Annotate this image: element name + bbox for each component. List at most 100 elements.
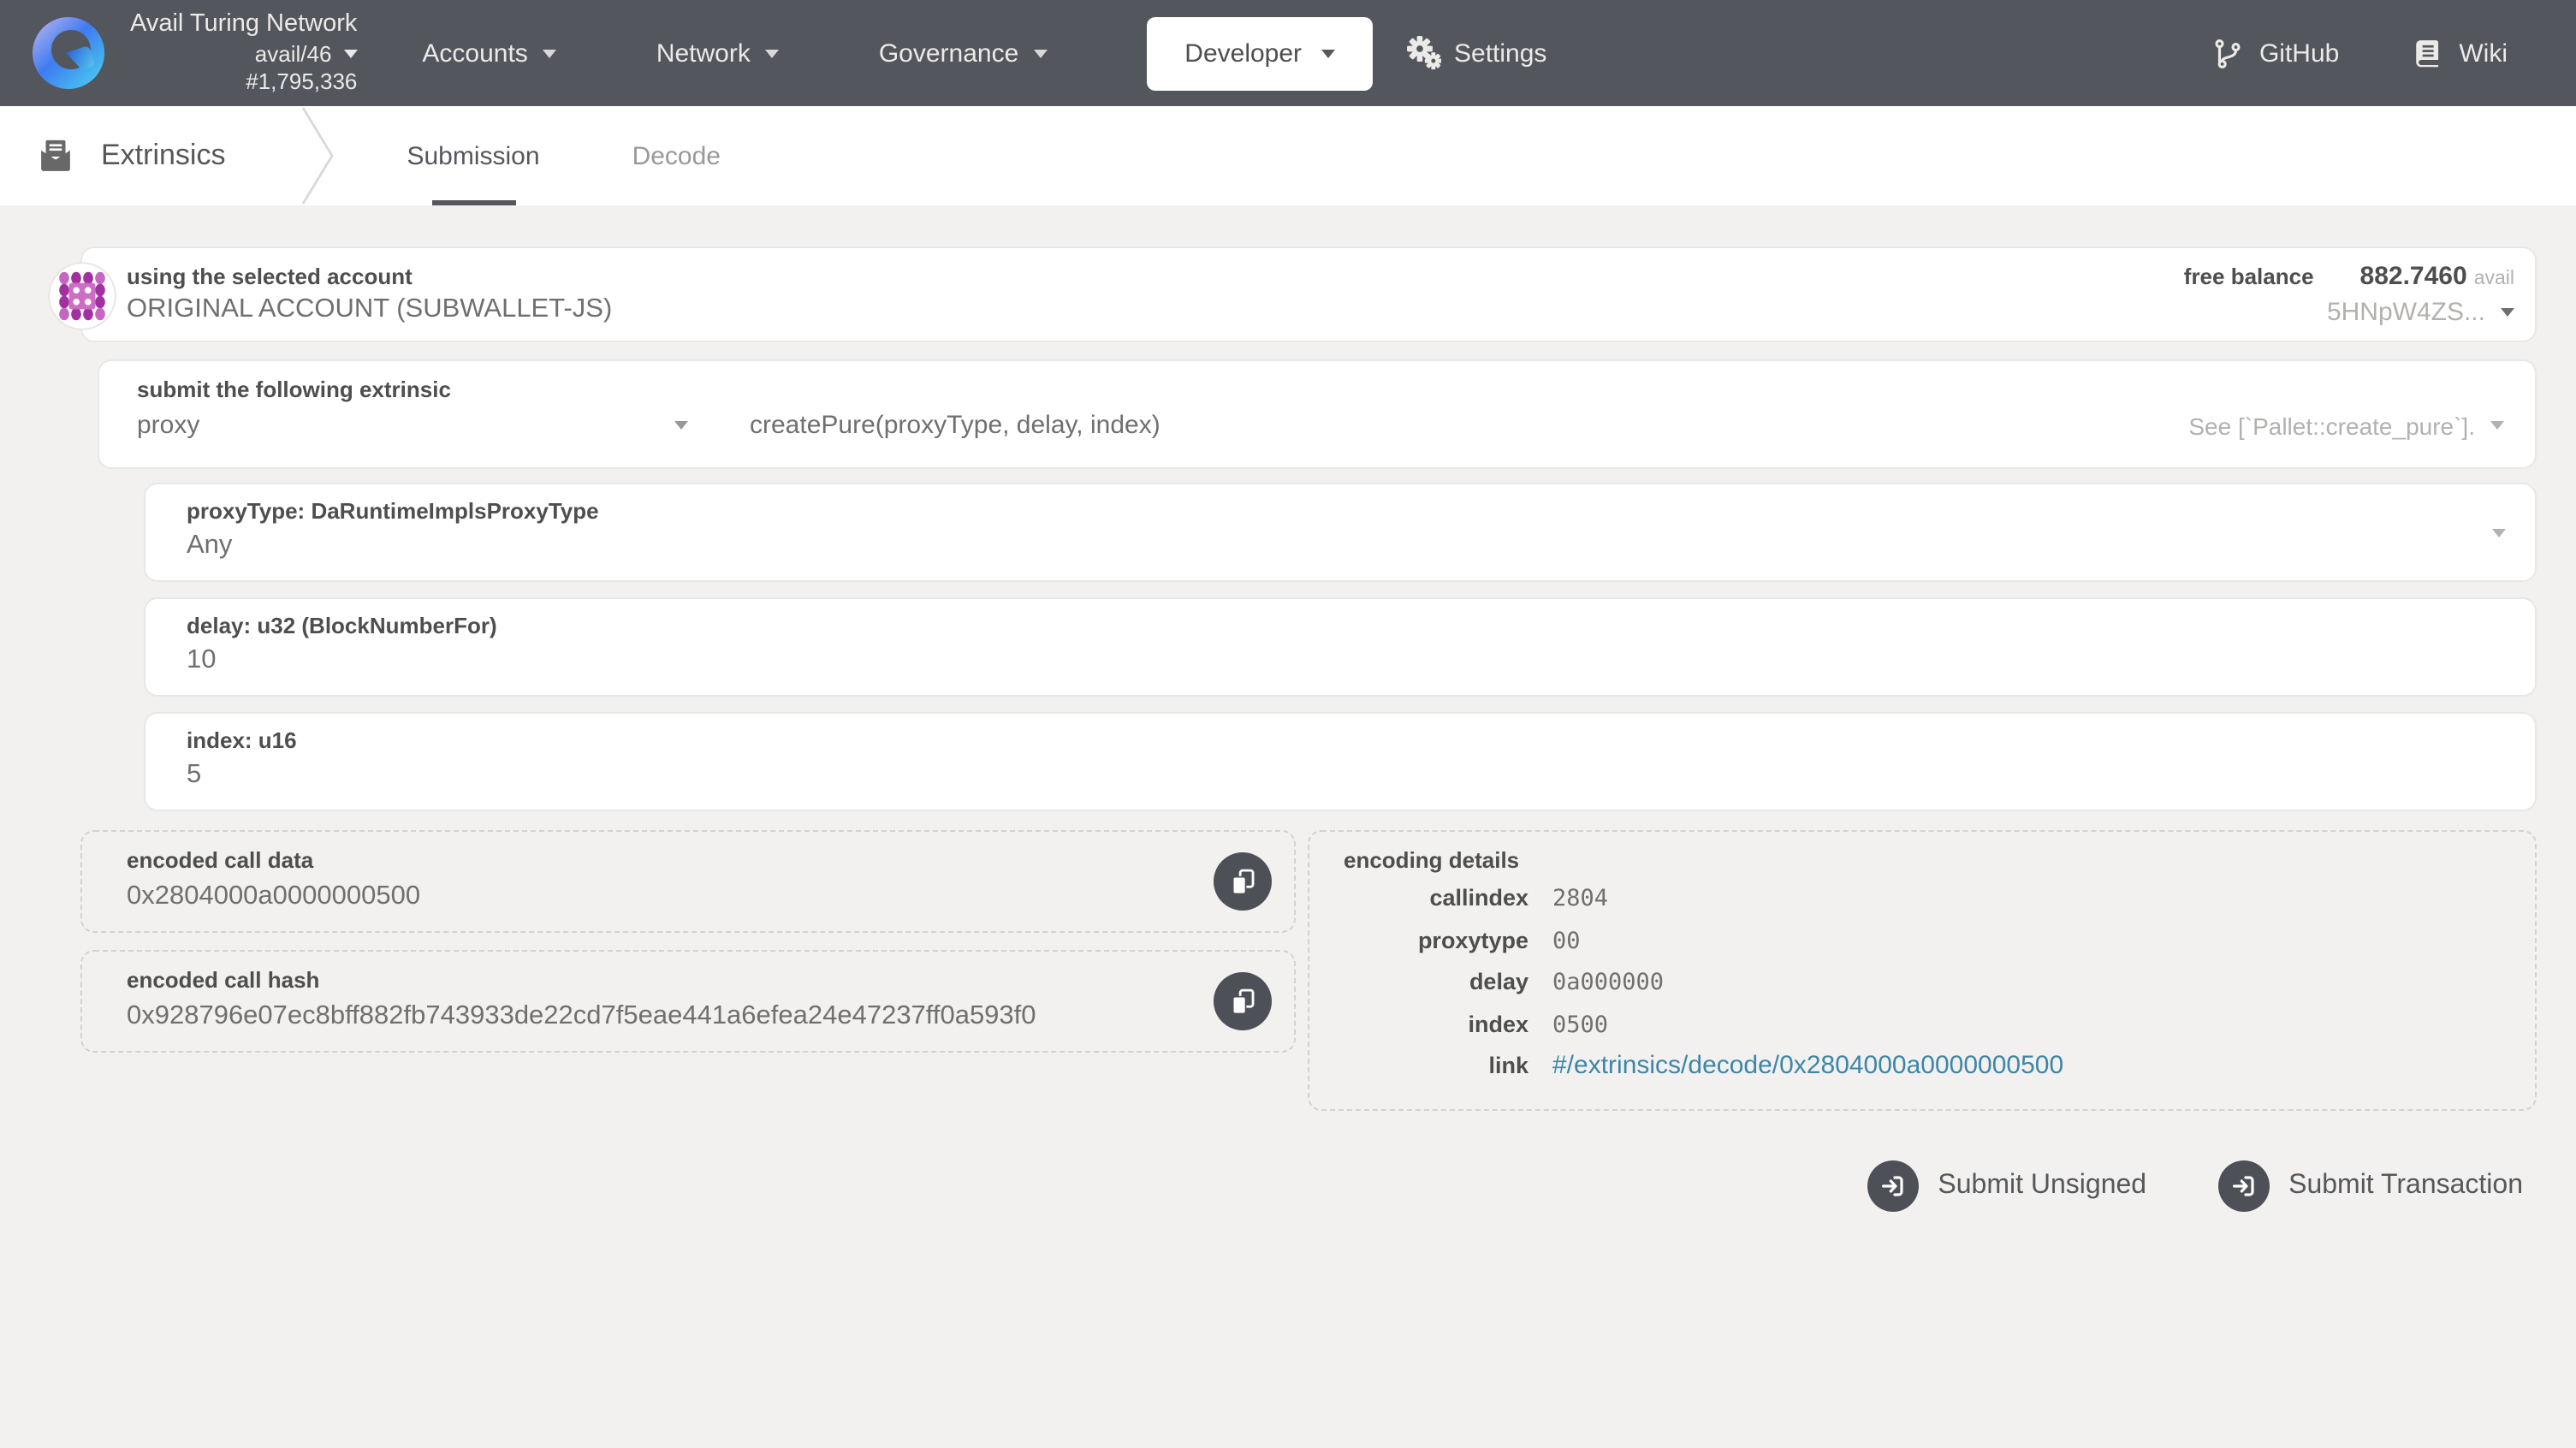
account-select[interactable]: using the selected account ORIGINAL ACCO… bbox=[82, 264, 612, 325]
chevron-down-icon bbox=[1034, 49, 1048, 57]
app-window: Avail Turing Network avail/46 #1,795,336… bbox=[0, 0, 2576, 1448]
external-links: GitHub Wiki bbox=[2211, 37, 2576, 69]
tabs: Submission Decode bbox=[407, 106, 813, 205]
free-balance-value: 882.7460 bbox=[2360, 262, 2467, 291]
block-number[interactable]: #1,795,336 bbox=[246, 68, 357, 96]
brand: Avail Turing Network avail/46 #1,795,336 bbox=[0, 11, 357, 96]
sign-in-icon bbox=[2218, 1160, 2270, 1211]
detail-row-delay: delay 0a000000 bbox=[1327, 962, 2508, 1004]
submit-unsigned-button[interactable]: Submit Unsigned bbox=[1867, 1160, 2146, 1211]
free-balance-label: free balance bbox=[2184, 264, 2314, 289]
github-link[interactable]: GitHub bbox=[2211, 37, 2339, 69]
detail-value: 0a000000 bbox=[1552, 962, 1664, 1004]
chevron-down-icon bbox=[766, 49, 780, 57]
nav-label: Governance bbox=[879, 39, 1018, 68]
app-header: Avail Turing Network avail/46 #1,795,336… bbox=[0, 0, 2576, 106]
github-label: GitHub bbox=[2259, 39, 2339, 68]
breadcrumb: Extrinsics bbox=[0, 106, 225, 205]
encoded-call-data-box: encoded call data 0x2804000a0000000500 bbox=[80, 830, 1296, 933]
call-docs-text: See [`Pallet::create_pure`]. bbox=[2188, 412, 2475, 439]
tab-label: Submission bbox=[407, 141, 539, 170]
nav-item-accounts[interactable]: Accounts bbox=[422, 39, 556, 68]
wiki-label: Wiki bbox=[2459, 39, 2508, 68]
encoded-section: encoded call data 0x2804000a0000000500 e… bbox=[80, 830, 2537, 1110]
detail-row-callindex: callindex 2804 bbox=[1327, 878, 2508, 920]
pallet-select[interactable]: proxy bbox=[137, 411, 688, 440]
encoding-details-box: encoding details callindex 2804 proxytyp… bbox=[1308, 830, 2537, 1110]
avail-logo[interactable] bbox=[29, 14, 108, 92]
chain-spec-label: avail/46 bbox=[255, 41, 332, 68]
copy-icon bbox=[1229, 987, 1256, 1016]
delay-input[interactable] bbox=[187, 645, 2466, 676]
param-label: index: u16 bbox=[187, 727, 2466, 753]
main-nav: Accounts Network Governance Developer bbox=[422, 16, 1546, 90]
call-select[interactable]: createPure(proxyType, delay, index) bbox=[750, 411, 1160, 440]
encoded-call-data-label: encoded call data bbox=[127, 847, 1184, 873]
submit-transaction-button[interactable]: Submit Transaction bbox=[2218, 1160, 2523, 1211]
detail-label: index bbox=[1327, 1004, 1528, 1046]
account-name: ORIGINAL ACCOUNT (SUBWALLET-JS) bbox=[127, 294, 612, 325]
balance-unit: avail bbox=[2474, 269, 2514, 289]
extrinsic-section-label: submit the following extrinsic bbox=[137, 377, 2508, 402]
gears-icon bbox=[1406, 36, 1440, 70]
param-label: proxyType: DaRuntimeImplsProxyType bbox=[187, 498, 2466, 524]
nav-item-network[interactable]: Network bbox=[656, 39, 780, 68]
actions-row: Submit Unsigned Submit Transaction bbox=[0, 1160, 2523, 1211]
account-select-label: using the selected account bbox=[127, 264, 612, 289]
nav-label: Network bbox=[656, 39, 751, 68]
submit-transaction-label: Submit Transaction bbox=[2288, 1170, 2523, 1201]
copy-call-data-button[interactable] bbox=[1214, 852, 1272, 911]
account-card: using the selected account ORIGINAL ACCO… bbox=[80, 246, 2537, 342]
git-branch-icon bbox=[2211, 37, 2244, 69]
chevron-down-icon bbox=[2492, 529, 2506, 537]
account-address-short: 5HNpW4ZS... bbox=[2327, 298, 2485, 327]
chain-spec-selector[interactable]: avail/46 bbox=[255, 41, 358, 68]
detail-row-index: index 0500 bbox=[1327, 1004, 2508, 1046]
tab-bar: Extrinsics Submission Decode bbox=[0, 106, 2576, 205]
copy-icon bbox=[1229, 867, 1256, 896]
tab-label: Decode bbox=[632, 141, 721, 170]
account-identicon[interactable] bbox=[48, 262, 116, 330]
tab-decode[interactable]: Decode bbox=[632, 106, 721, 205]
detail-row-proxytype: proxytype 00 bbox=[1327, 920, 2508, 962]
decode-link[interactable]: #/extrinsics/decode/0x2804000a0000000500 bbox=[1552, 1046, 2063, 1088]
encoded-call-data-value: 0x2804000a0000000500 bbox=[127, 881, 1184, 912]
detail-value: 0500 bbox=[1552, 1004, 1608, 1046]
sign-in-icon bbox=[1867, 1160, 1919, 1211]
detail-label: proxytype bbox=[1327, 920, 1528, 962]
detail-label: link bbox=[1327, 1046, 1528, 1088]
extrinsic-card: submit the following extrinsic proxy cre… bbox=[98, 359, 2537, 469]
chevron-down-icon bbox=[343, 50, 357, 59]
tab-submission[interactable]: Submission bbox=[407, 106, 539, 205]
proxytype-select[interactable]: Any bbox=[187, 531, 2466, 561]
copy-call-hash-button[interactable] bbox=[1214, 972, 1272, 1030]
account-address-toggle[interactable]: 5HNpW4ZS... bbox=[2327, 298, 2514, 327]
breadcrumb-chevron-separator bbox=[297, 106, 338, 205]
param-delay: delay: u32 (BlockNumberFor) bbox=[144, 597, 2537, 697]
detail-value: 2804 bbox=[1552, 878, 1608, 920]
network-info: Avail Turing Network avail/46 #1,795,336 bbox=[130, 11, 357, 96]
account-balance-block: free balance 882.7460 avail 5HNpW4ZS... bbox=[2184, 262, 2535, 327]
detail-value: 00 bbox=[1552, 920, 1581, 962]
param-label: delay: u32 (BlockNumberFor) bbox=[187, 613, 2466, 638]
submit-unsigned-label: Submit Unsigned bbox=[1938, 1170, 2146, 1201]
index-input[interactable] bbox=[187, 760, 2466, 791]
detail-label: callindex bbox=[1327, 878, 1528, 920]
detail-row-link: link #/extrinsics/decode/0x2804000a00000… bbox=[1327, 1046, 2508, 1088]
page-title: Extrinsics bbox=[101, 139, 225, 173]
param-index: index: u16 bbox=[144, 712, 2537, 811]
encoded-call-hash-label: encoded call hash bbox=[127, 967, 1184, 993]
main-content: using the selected account ORIGINAL ACCO… bbox=[0, 205, 2576, 1211]
nav-item-developer-active[interactable]: Developer bbox=[1147, 16, 1372, 90]
chevron-down-icon bbox=[2490, 421, 2504, 430]
nav-label: Developer bbox=[1184, 39, 1302, 68]
pallet-select-value: proxy bbox=[137, 411, 199, 440]
chevron-down-icon bbox=[2501, 308, 2514, 317]
chevron-down-icon bbox=[674, 421, 688, 430]
encoded-call-hash-box: encoded call hash 0x928796e07ec8bff882fb… bbox=[80, 950, 1296, 1053]
wiki-link[interactable]: Wiki bbox=[2411, 37, 2508, 69]
network-name: Avail Turing Network bbox=[130, 11, 357, 41]
call-docs-toggle[interactable]: See [`Pallet::create_pure`]. bbox=[2188, 412, 2508, 439]
nav-item-governance[interactable]: Governance bbox=[879, 39, 1048, 68]
nav-item-settings[interactable]: Settings bbox=[1406, 36, 1546, 70]
